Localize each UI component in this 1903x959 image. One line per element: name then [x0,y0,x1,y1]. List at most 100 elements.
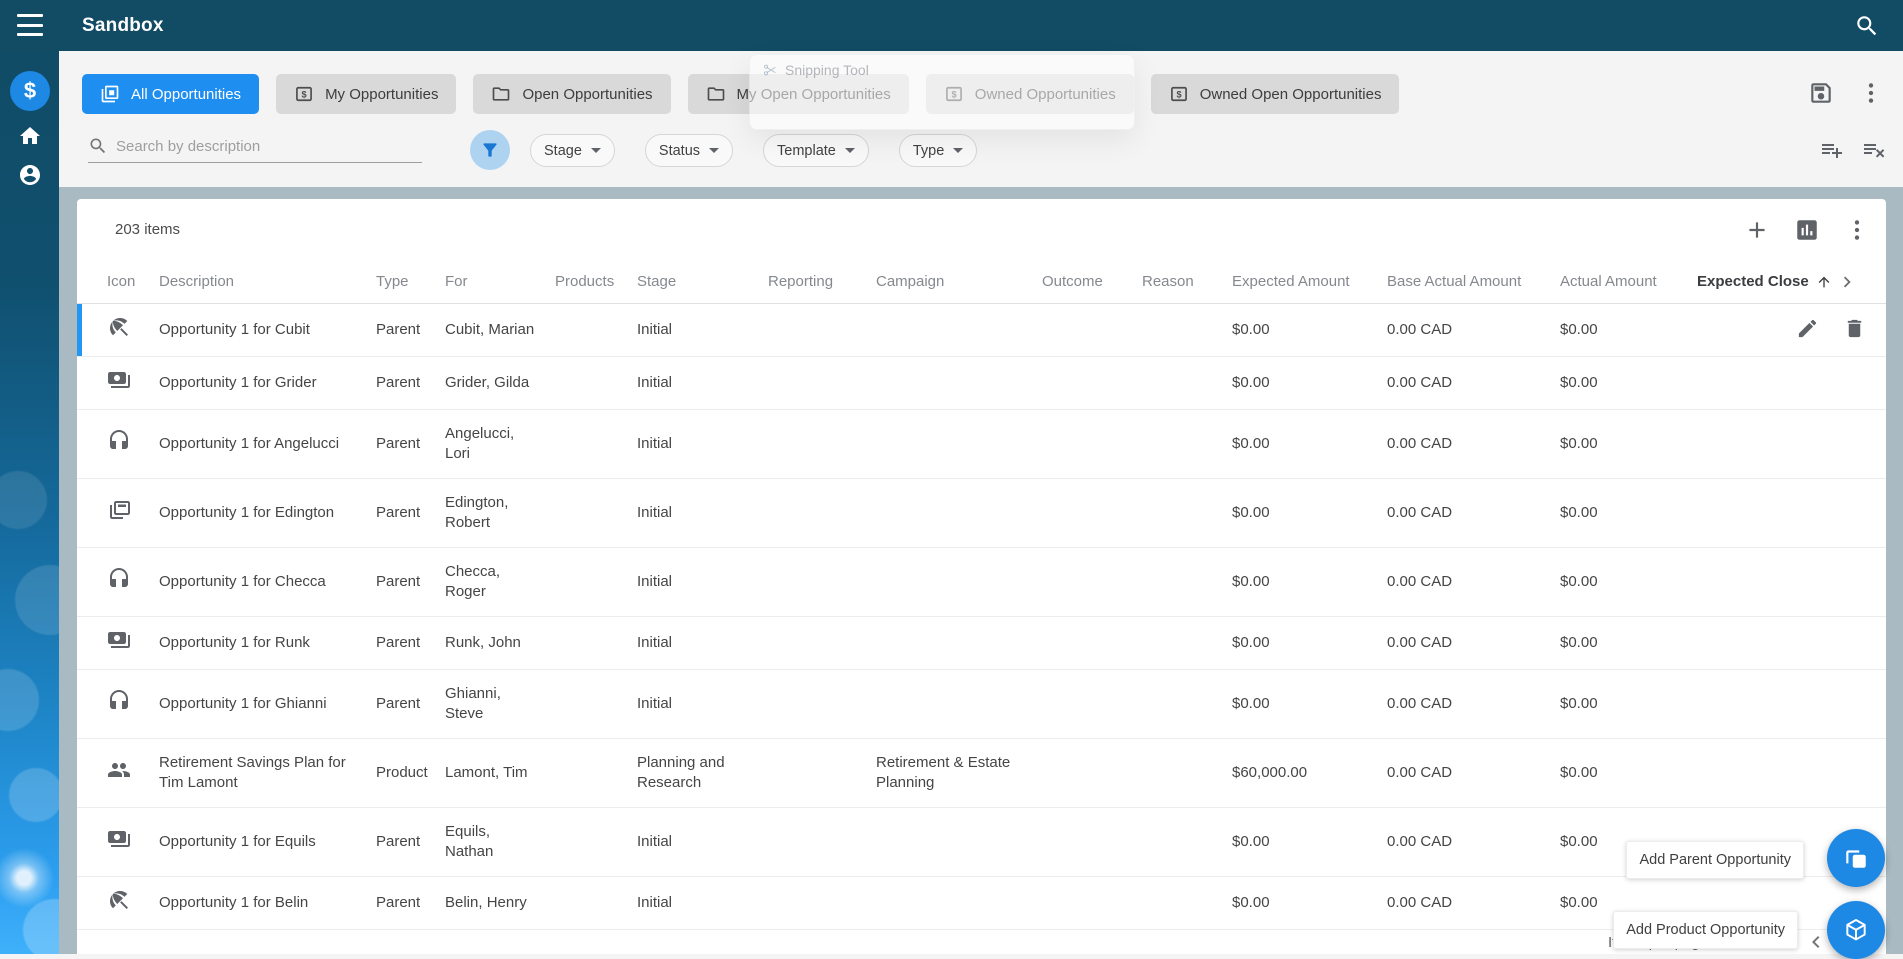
cell-description: Opportunity 1 for Runk [159,634,310,651]
cell-stage: Initial [637,321,673,338]
cell-type: Parent [376,374,421,391]
add-parent-opportunity-fab[interactable] [1827,829,1885,887]
column-header[interactable]: Expected Amount [1232,273,1387,290]
page-title: Sandbox [82,15,164,36]
stage-filter-dropdown[interactable]: Stage [530,134,615,167]
cell-type: Parent [376,504,421,521]
tab-label: Owned Opportunities [974,85,1116,103]
table-row[interactable]: Opportunity 1 for Edington Parent Edington… [77,479,1886,548]
table-row[interactable]: Opportunity 1 for Angelucci Parent Angeluc… [77,410,1886,479]
cell-actual-amount: $0.00 [1560,435,1598,452]
column-header[interactable]: Products [555,273,637,290]
add-to-list-button[interactable] [1820,138,1844,162]
cell-expected-amount: $0.00 [1232,435,1270,452]
filter-button[interactable] [470,130,510,170]
table-row[interactable]: Opportunity 1 for Checca Parent Checca, Ro… [77,548,1886,617]
type-filter-dropdown[interactable]: Type [898,134,978,167]
chart-view-button[interactable] [1794,217,1820,243]
delete-row-button[interactable] [1843,317,1866,344]
column-header[interactable]: For [445,273,555,290]
cell-type: Parent [376,833,421,850]
sidebar-item-home[interactable] [18,124,42,148]
cards-icon [110,501,130,519]
pencil-icon [1798,319,1817,337]
chevron-down-icon [844,148,855,153]
dollar-icon: $ [23,78,37,103]
cell-icon [107,827,159,857]
cell-description: Retirement Savings Plan for Tim Lamont [159,754,346,791]
cell-description: Opportunity 1 for Edington [159,504,335,521]
tooltip-add-parent-opportunity: Add Parent Opportunity [1626,841,1804,879]
column-header[interactable]: Outcome [1042,273,1142,290]
column-header-sorted[interactable]: Expected Close [1697,273,1809,290]
remove-from-list-button[interactable] [1862,138,1886,162]
cell-expected-amount: $0.00 [1232,833,1270,850]
status-filter-dropdown[interactable]: Status [644,134,734,167]
save-icon [1811,83,1831,103]
menu-icon[interactable] [17,14,43,36]
column-header[interactable]: Actual Amount [1560,273,1697,290]
chip-label: Type [912,142,945,159]
cell-base-actual-amount: 0.00 CAD [1387,634,1453,651]
dollar-card-icon: $ [945,86,962,102]
column-header[interactable]: Type [376,273,445,290]
cell-icon [107,368,159,398]
add-item-button[interactable] [1744,217,1770,243]
template-filter-dropdown[interactable]: Template [763,134,869,167]
previous-page-icon[interactable] [1804,930,1828,954]
cell-type: Product [376,764,428,781]
cell-description: Opportunity 1 for Grider [159,374,317,391]
home-icon [20,127,40,144]
tab-my-open-opportunities[interactable]: My Open Opportunities [687,74,909,114]
table-menu-button[interactable] [1844,217,1870,243]
cell-description: Opportunity 1 for Angelucci [159,435,340,452]
table-row[interactable]: Retirement Savings Plan for Tim Lamont Pr… [77,739,1886,808]
table-row[interactable]: Opportunity 1 for Grider Parent Grider, Gi… [77,357,1886,410]
cell-icon [107,888,159,918]
column-header[interactable]: Reason [1142,273,1232,290]
bar-chart-icon [1797,219,1817,240]
view-menu-button[interactable] [1858,80,1884,106]
cell-for: Ghianni, Steve [445,685,501,722]
top-app-bar: Sandbox [0,0,1903,51]
cell-campaign: Retirement & Estate Planning [876,754,1011,791]
cell-stage: Initial [637,435,673,452]
sidebar-item-account[interactable] [18,163,42,187]
cell-icon [107,567,159,597]
sort-ascending-arrow-icon [1818,276,1830,287]
column-header[interactable]: Campaign [876,273,1042,290]
cell-expected-amount: $0.00 [1232,573,1270,590]
column-header[interactable]: Icon [107,273,159,290]
search-icon[interactable] [1854,13,1880,39]
cell-stage: Initial [637,695,673,712]
dollar-card-icon: $ [296,86,312,102]
cell-type: Parent [376,321,421,338]
cell-stage: Initial [637,504,673,521]
cell-for: Angelucci, Lori [445,425,515,462]
column-header[interactable]: Base Actual Amount [1387,273,1560,290]
column-header[interactable]: Reporting [768,273,876,290]
column-header[interactable]: Description [159,273,376,290]
scroll-columns-right-icon[interactable] [1836,271,1858,293]
cell-type: Parent [376,573,421,590]
tab-owned-opportunities[interactable]: $ Owned Opportunities [925,74,1134,114]
folder-icon [493,87,510,101]
save-view-button[interactable] [1808,80,1834,106]
sidebar-item-money[interactable]: $ [10,71,50,111]
edit-row-button[interactable] [1796,317,1819,344]
table-row[interactable]: Opportunity 1 for Runk Parent Runk, John In… [77,617,1886,670]
umbrella-icon [110,891,128,909]
table-row[interactable]: Opportunity 1 for Cubit Parent Cubit, Mari… [77,304,1886,357]
tab-label: Open Opportunities [522,85,653,103]
add-product-opportunity-fab[interactable] [1827,901,1885,959]
tab-all-opportunities[interactable]: All Opportunities [82,74,260,114]
tab-open-opportunities[interactable]: Open Opportunities [473,74,671,114]
table-row[interactable]: Opportunity 1 for Equils Parent Equils, Na… [77,808,1886,877]
people-icon [108,763,130,777]
column-header[interactable]: Stage [637,273,768,290]
tab-my-opportunities[interactable]: $ My Opportunities [276,74,457,114]
tab-owned-open-opportunities[interactable]: $ Owned Open Opportunities [1150,74,1400,114]
search-input[interactable] [116,137,422,155]
filter-chips: Stage Status Template Type [530,134,978,167]
table-row[interactable]: Opportunity 1 for Ghianni Parent Ghianni, … [77,670,1886,739]
